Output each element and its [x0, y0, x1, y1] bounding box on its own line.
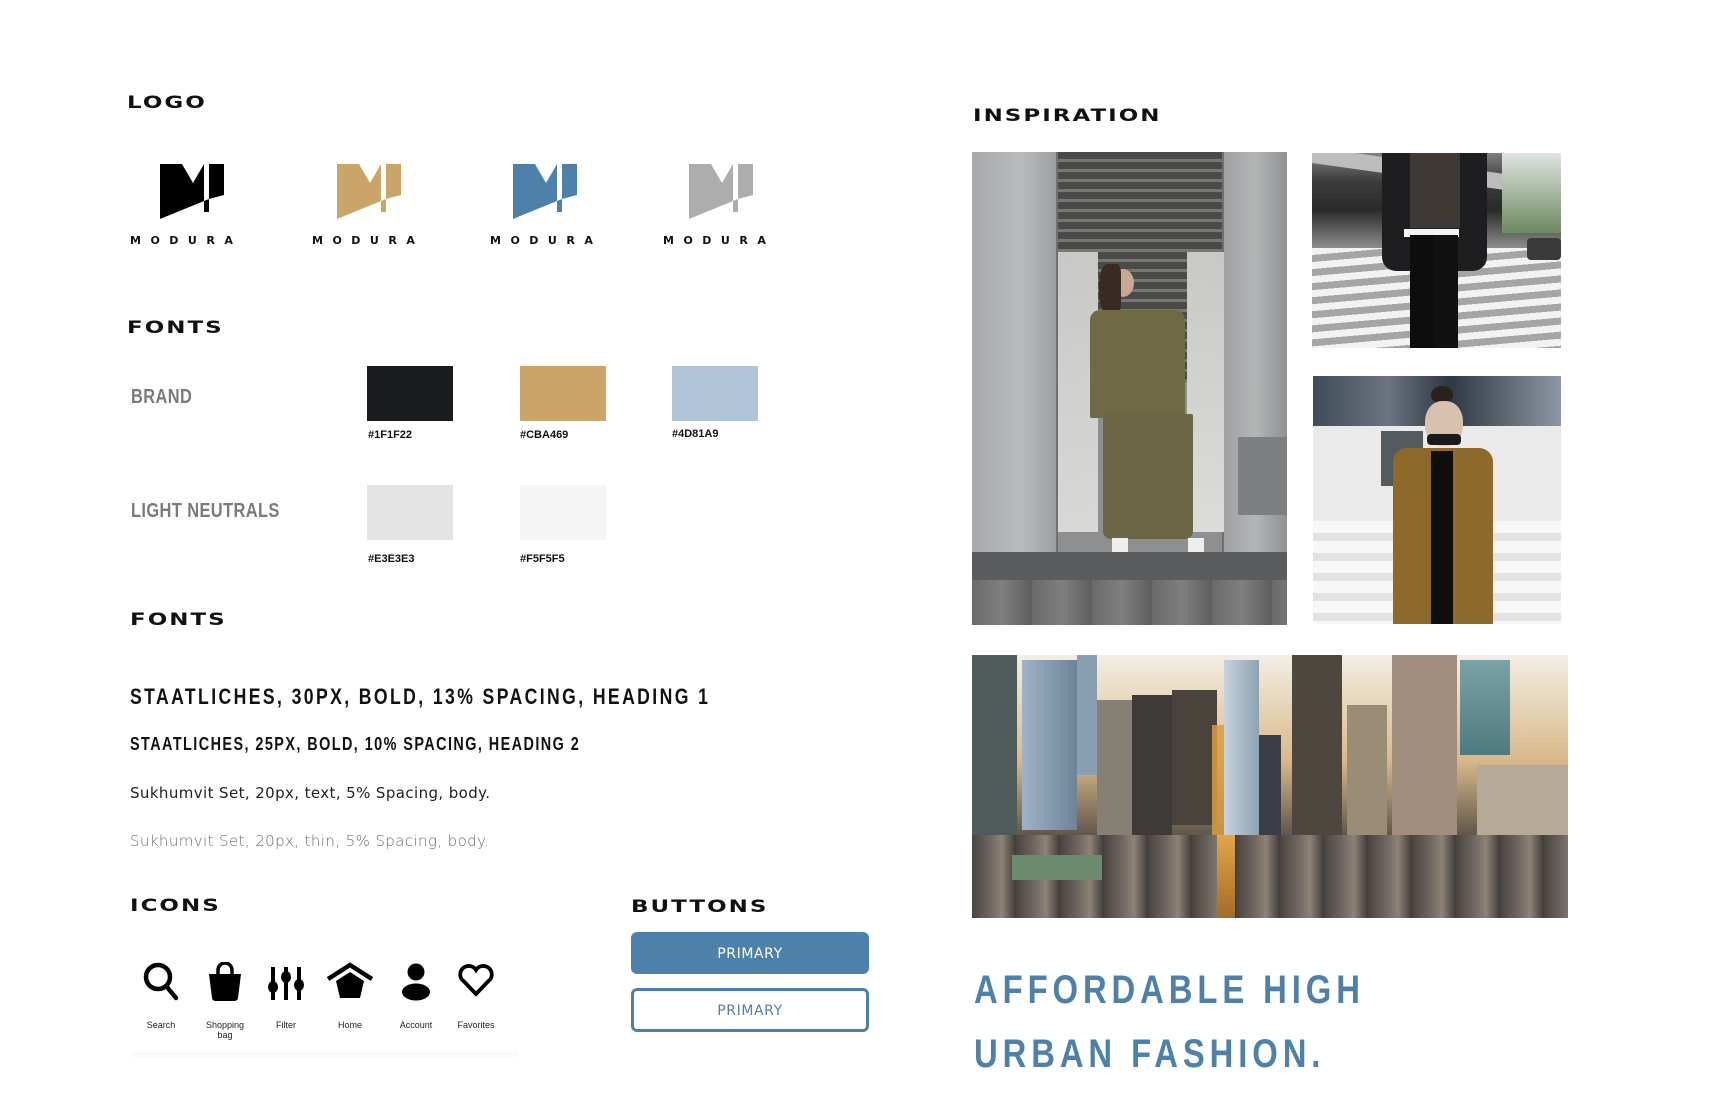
search-icon — [143, 962, 179, 1001]
primary-outline-button[interactable]: PRIMARY — [631, 988, 869, 1032]
color-swatch-neutral-off-white — [520, 485, 606, 540]
icon-label: Favorites — [457, 1020, 495, 1030]
palette-section-title: FONTS — [127, 318, 224, 338]
icon-sample-search: Search — [126, 962, 196, 1030]
modura-logo-mark-icon — [160, 164, 224, 219]
home-icon — [326, 962, 374, 998]
color-code: #1F1F22 — [368, 429, 413, 441]
modura-logo-mark-icon — [337, 164, 401, 219]
photo-city-skyline — [972, 655, 1568, 918]
heart-icon — [458, 964, 494, 997]
logo-wordmark: MODURA — [312, 234, 425, 247]
icon-label: Home — [337, 1020, 362, 1030]
light-neutrals-label: LIGHT NEUTRALS — [131, 500, 280, 522]
brand-tagline: AFFORDABLE HIGH URBAN FASHION. — [974, 968, 1365, 1076]
icon-label: Shopping bag — [205, 1020, 245, 1041]
color-code: #CBA469 — [520, 429, 569, 441]
color-swatch-brand-dark — [367, 366, 453, 421]
filter-icon — [268, 967, 304, 1000]
logo-black: MODURA — [130, 164, 260, 260]
font-sample-heading-2: STAATLICHES, 25PX, BOLD, 10% SPACING, HE… — [130, 734, 581, 754]
buttons-section-title: BUTTONS — [631, 897, 769, 917]
font-sample-body-text: Sukhumvit Set, 20px, text, 5% Spacing, b… — [130, 784, 491, 802]
logo-blue: MODURA — [490, 164, 620, 260]
logo-gray: MODURA — [663, 164, 793, 260]
logo-wordmark: MODURA — [130, 234, 243, 247]
photo-woman-olive-outfit — [972, 152, 1287, 625]
primary-button[interactable]: PRIMARY — [631, 932, 869, 974]
account-icon — [402, 963, 430, 1001]
logo-gold: MODURA — [312, 164, 442, 260]
color-code: #4D81A9 — [672, 428, 719, 440]
color-swatch-brand-gold — [520, 366, 606, 421]
fonts-section-title: FONTS — [130, 610, 227, 630]
icon-label: Filter — [276, 1020, 296, 1030]
color-code: #E3E3E3 — [368, 553, 415, 565]
brand-colors-label: BRAND — [131, 386, 193, 408]
shopping-bag-icon — [209, 962, 241, 1001]
font-sample-body-thin: Sukhumvit Set, 20px, thin, 5% Spacing, b… — [130, 832, 490, 850]
icon-sample-favorites: Favorites — [441, 962, 511, 1030]
logo-wordmark: MODURA — [663, 234, 776, 247]
font-sample-heading-1: STAATLICHES, 30PX, BOLD, 13% SPACING, HE… — [130, 684, 711, 709]
icons-divider — [131, 1051, 518, 1057]
photo-man-crosswalk — [1312, 153, 1561, 348]
color-swatch-neutral-light-gray — [367, 485, 453, 540]
icon-sample-home: Home — [315, 962, 385, 1030]
logo-section-title: LOGO — [127, 93, 207, 113]
icons-section-title: ICONS — [130, 896, 221, 916]
icon-sample-filter: Filter — [251, 962, 321, 1030]
photo-woman-camel-coat — [1313, 376, 1561, 624]
color-swatch-brand-blue — [672, 366, 758, 421]
icon-sample-shopping-bag: Shopping bag — [190, 962, 260, 1041]
modura-logo-mark-icon — [513, 164, 577, 219]
color-code: #F5F5F5 — [520, 553, 565, 565]
logo-wordmark: MODURA — [490, 234, 603, 247]
modura-logo-mark-icon — [689, 164, 753, 219]
inspiration-section-title: INSPIRATION — [973, 106, 1162, 126]
icon-label: Search — [146, 1020, 176, 1030]
